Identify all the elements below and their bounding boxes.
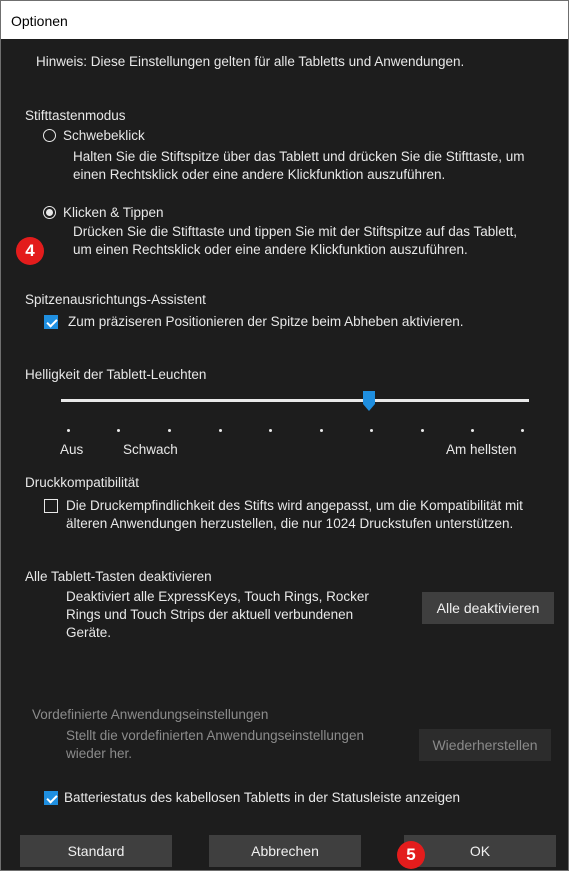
disable-keys-description: Deaktiviert alle ExpressKeys, Touch Ring… (66, 589, 369, 640)
brightness-label-max: Am hellsten (446, 442, 517, 457)
brightness-slider-thumb[interactable] (363, 391, 375, 411)
step-badge-5: 5 (397, 841, 425, 869)
disable-keys-heading: Alle Tablett-Tasten deaktivieren (25, 569, 212, 584)
hint-text: Hinweis: Diese Einstellungen gelten für … (36, 54, 465, 69)
slider-tick (320, 429, 323, 432)
window-title: Optionen (11, 13, 68, 29)
click-tap-description: Drücken Sie die Stifttaste und tippen Si… (73, 224, 517, 257)
pressure-heading: Druckkompatibilität (25, 475, 140, 490)
stylus-mode-heading: Stifttastenmodus (25, 108, 126, 123)
slider-tick (521, 429, 524, 432)
step-badge-4: 4 (16, 237, 44, 265)
pressure-checkbox[interactable] (44, 499, 58, 513)
slider-tick (421, 429, 424, 432)
brightness-heading: Helligkeit der Tablett-Leuchten (25, 367, 207, 382)
cancel-button[interactable]: Abbrechen (209, 835, 361, 867)
brightness-label-low: Schwach (123, 442, 178, 457)
options-dialog: Optionen Hinweis: Diese Einstellungen ge… (0, 0, 569, 871)
standard-button[interactable]: Standard (20, 835, 172, 867)
disable-all-button[interactable]: Alle deaktivieren (422, 592, 554, 624)
slider-tick (269, 429, 272, 432)
hover-click-label[interactable]: Schwebeklick (63, 128, 145, 143)
tip-assistant-label[interactable]: Zum präziseren Positionieren der Spitze … (68, 314, 463, 329)
pressure-label[interactable]: Die Druckempfindlichkeit des Stifts wird… (66, 497, 556, 533)
hover-click-description: Halten Sie die Stiftspitze über das Tabl… (73, 149, 525, 182)
slider-tick (67, 429, 70, 432)
restore-button[interactable]: Wiederherstellen (419, 729, 551, 761)
click-tap-label[interactable]: Klicken & Tippen (63, 205, 164, 220)
tip-assistant-checkbox[interactable] (44, 315, 58, 329)
slider-tick (471, 429, 474, 432)
app-settings-heading: Vordefinierte Anwendungseinstellungen (32, 707, 269, 722)
title-bar: Optionen (1, 1, 568, 39)
app-settings-description: Stellt die vordefinierten Anwendungseins… (66, 728, 364, 761)
battery-status-label[interactable]: Batteriestatus des kabellosen Tabletts i… (64, 790, 460, 805)
brightness-slider-track[interactable] (61, 399, 529, 402)
slider-tick (117, 429, 120, 432)
click-tap-radio[interactable] (43, 206, 56, 219)
brightness-label-off: Aus (60, 442, 84, 457)
battery-status-checkbox[interactable] (44, 791, 58, 805)
tip-assistant-heading: Spitzenausrichtungs-Assistent (25, 292, 206, 307)
slider-tick (219, 429, 222, 432)
ok-button[interactable]: OK (404, 835, 556, 867)
hover-click-radio[interactable] (43, 129, 56, 142)
slider-tick (168, 429, 171, 432)
slider-tick (370, 429, 373, 432)
